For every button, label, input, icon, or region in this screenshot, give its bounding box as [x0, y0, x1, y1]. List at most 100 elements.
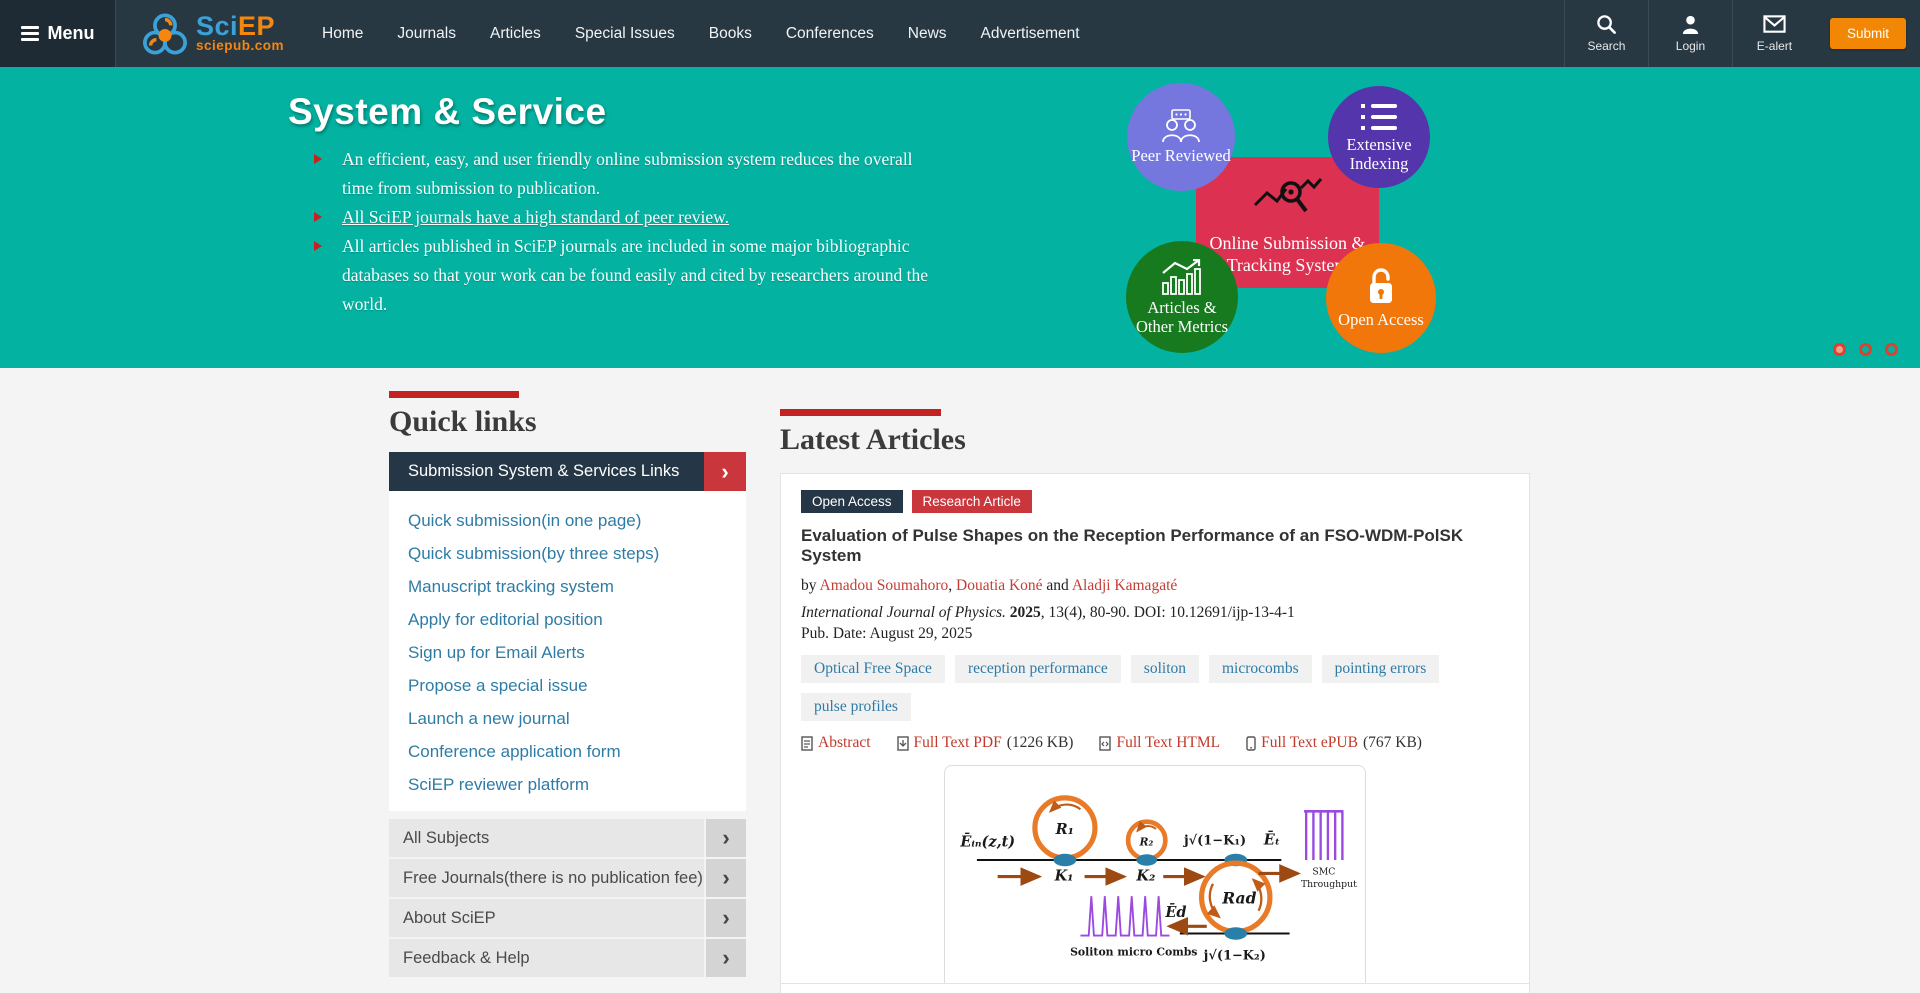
- chevron-right-icon: ›: [704, 452, 746, 491]
- ealert-button[interactable]: E-alert: [1732, 0, 1816, 67]
- keyword-chip[interactable]: soliton: [1131, 655, 1199, 683]
- diagram-node-open-access-label: Open Access: [1338, 310, 1424, 329]
- link-apply-editorial[interactable]: Apply for editorial position: [389, 603, 746, 636]
- keyword-chip[interactable]: microcombs: [1209, 655, 1312, 683]
- envelope-icon: [1763, 14, 1786, 35]
- chevron-right-icon: ›: [704, 939, 746, 977]
- diagram-node-open-access: Open Access: [1326, 243, 1436, 353]
- quick-links-accent-bar: [389, 391, 519, 398]
- latest-articles-column: Latest Articles Open Access Research Art…: [780, 409, 1530, 993]
- abstract-doc-icon: [801, 736, 813, 751]
- ealert-label: E-alert: [1757, 39, 1792, 53]
- accordion-about-sciep[interactable]: About SciEP ›: [389, 899, 746, 937]
- research-article-badge: Research Article: [912, 490, 1032, 513]
- author-link[interactable]: Douatia Koné: [956, 577, 1043, 594]
- figure-label-k1: K₁: [1054, 868, 1074, 885]
- keyword-chip[interactable]: Optical Free Space: [801, 655, 945, 683]
- authors-separator: ,: [948, 577, 956, 594]
- nav-advertisement[interactable]: Advertisement: [981, 25, 1080, 43]
- link-propose-special-issue[interactable]: Propose a special issue: [389, 669, 746, 702]
- accordion-label: All Subjects: [389, 819, 704, 857]
- accordion-label: Free Journals(there is no publication fe…: [389, 859, 704, 897]
- menu-label: Menu: [48, 23, 95, 44]
- nav-special-issues[interactable]: Special Issues: [575, 25, 675, 43]
- keyword-chip[interactable]: reception performance: [955, 655, 1121, 683]
- accordion-feedback-help[interactable]: Feedback & Help ›: [389, 939, 746, 977]
- carousel-dot-3[interactable]: [1885, 343, 1898, 356]
- nav-books[interactable]: Books: [709, 25, 752, 43]
- accordion-all-subjects[interactable]: All Subjects ›: [389, 819, 746, 857]
- pdf-size: (1226 KB): [1007, 734, 1074, 752]
- figure-label-r1: R₁: [1055, 821, 1074, 838]
- hero-bullet: All articles published in SciEP journals…: [312, 232, 944, 319]
- tracking-chart-icon: [1253, 175, 1323, 215]
- quick-links-panel: Quick submission(in one page) Quick subm…: [389, 491, 746, 811]
- login-button[interactable]: Login: [1648, 0, 1732, 67]
- hero-bullet: All SciEP journals have a high standard …: [312, 203, 944, 232]
- nav-home[interactable]: Home: [322, 25, 363, 43]
- next-article-card-partial: [780, 983, 1530, 993]
- site-logo[interactable]: SciEP sciepub.com: [142, 0, 284, 67]
- article-title[interactable]: Evaluation of Pulse Shapes on the Recept…: [801, 526, 1509, 566]
- keywords-row: Optical Free Space reception performance…: [801, 655, 1509, 721]
- quick-links-heading: Quick links: [389, 405, 746, 439]
- keyword-chip[interactable]: pointing errors: [1322, 655, 1440, 683]
- author-link[interactable]: Amadou Soumahoro: [820, 577, 949, 594]
- link-manuscript-tracking[interactable]: Manuscript tracking system: [389, 570, 746, 603]
- link-launch-journal[interactable]: Launch a new journal: [389, 702, 746, 735]
- search-button[interactable]: Search: [1564, 0, 1648, 67]
- author-link[interactable]: Aladji Kamagaté: [1072, 577, 1177, 594]
- abstract-link[interactable]: Abstract: [818, 734, 871, 752]
- journal-citation: International Journal of Physics. 2025, …: [801, 604, 1509, 622]
- menu-button[interactable]: Menu: [0, 0, 116, 67]
- figure-label-input: Ēᵢₙ(z,t): [959, 832, 1015, 851]
- nav-news[interactable]: News: [908, 25, 947, 43]
- accordion-free-journals[interactable]: Free Journals(there is no publication fe…: [389, 859, 746, 897]
- nav-journals[interactable]: Journals: [397, 25, 456, 43]
- hero-title: System & Service: [288, 91, 607, 133]
- metrics-chart-icon: [1159, 259, 1205, 295]
- figure-label-coupling-bottom: j√(1−K₂): [1203, 948, 1266, 963]
- fulltext-pdf-link[interactable]: Full Text PDF: [914, 734, 1002, 752]
- hero-bullet-list: An efficient, easy, and user friendly on…: [312, 145, 944, 319]
- carousel-dot-1[interactable]: [1833, 343, 1846, 356]
- html-icon: [1099, 736, 1111, 751]
- diagram-node-peer-label: Peer Reviewed: [1131, 146, 1230, 165]
- link-email-alerts[interactable]: Sign up for Email Alerts: [389, 636, 746, 669]
- carousel-dot-2[interactable]: [1859, 343, 1872, 356]
- fulltext-epub-link[interactable]: Full Text ePUB: [1261, 734, 1358, 752]
- chevron-right-icon: ›: [704, 899, 746, 937]
- diagram-node-peer: Peer Reviewed: [1127, 83, 1235, 191]
- keyword-chip[interactable]: pulse profiles: [801, 693, 911, 721]
- diagram-node-metrics-label: Articles & Other Metrics: [1132, 298, 1232, 336]
- search-icon: [1596, 14, 1617, 35]
- diagram-node-metrics: Articles & Other Metrics: [1126, 241, 1238, 353]
- submit-button[interactable]: Submit: [1830, 18, 1906, 49]
- figure-label-coupling-top: j√(1−K₁): [1183, 833, 1246, 848]
- figure-label-throughput: Throughput: [1301, 879, 1357, 890]
- logo-sci: Sci: [196, 11, 238, 41]
- submission-links-header[interactable]: Submission System & Services Links ›: [389, 452, 746, 491]
- hero-banner: System & Service An efficient, easy, and…: [0, 67, 1920, 368]
- figure-label-ed: Ēd: [1164, 902, 1186, 921]
- link-conference-application[interactable]: Conference application form: [389, 735, 746, 768]
- diagram-center-line1: Online Submission &: [1209, 232, 1365, 254]
- article-figure: Ēᵢₙ(z,t) R₁ R₂ K₁ K₂: [944, 765, 1366, 993]
- link-quick-submission-one-page[interactable]: Quick submission(in one page): [389, 504, 746, 537]
- latest-articles-heading: Latest Articles: [780, 423, 1530, 457]
- diagram-node-indexing-label: Extensive Indexing: [1339, 135, 1419, 173]
- nav-articles[interactable]: Articles: [490, 25, 541, 43]
- link-reviewer-platform[interactable]: SciEP reviewer platform: [389, 768, 746, 801]
- accordion-list: All Subjects › Free Journals(there is no…: [389, 819, 746, 977]
- hamburger-icon: [21, 26, 39, 41]
- latest-articles-accent-bar: [780, 409, 941, 416]
- logo-domain: sciepub.com: [196, 38, 284, 53]
- nav-conferences[interactable]: Conferences: [786, 25, 874, 43]
- authors-prefix: by: [801, 577, 820, 594]
- figure-label-smc: SMC: [1312, 867, 1335, 878]
- fulltext-html-link[interactable]: Full Text HTML: [1116, 734, 1220, 752]
- submission-links-header-label: Submission System & Services Links: [389, 452, 704, 491]
- link-quick-submission-three-steps[interactable]: Quick submission(by three steps): [389, 537, 746, 570]
- figure-diagram: Ēᵢₙ(z,t) R₁ R₂ K₁ K₂: [945, 772, 1365, 977]
- journal-citation-rest: , 13(4), 80-90. DOI: 10.12691/ijp-13-4-1: [1041, 604, 1295, 621]
